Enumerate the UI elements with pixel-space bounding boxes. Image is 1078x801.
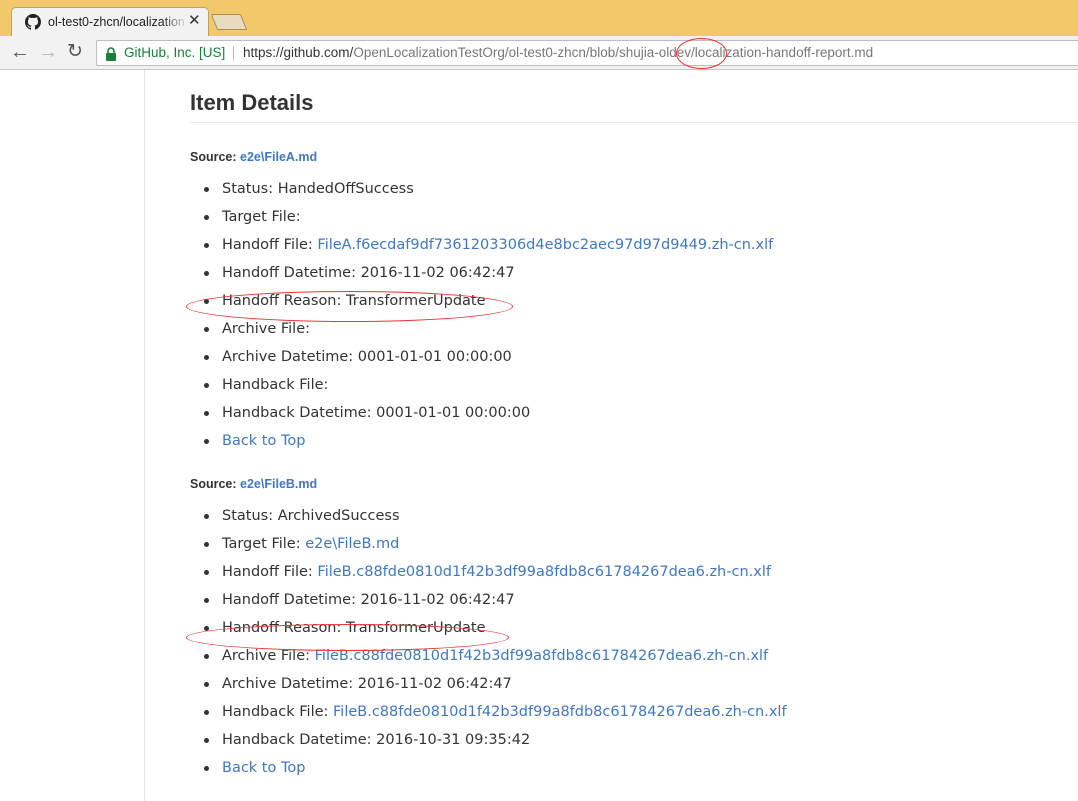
- item-value: 2016-11-02 06:42:47: [360, 592, 515, 608]
- list-item: Handoff Datetime: 2016-11-02 06:42:47: [190, 586, 1078, 614]
- item-label: Target File:: [222, 209, 301, 225]
- github-icon: [25, 14, 41, 30]
- list-item: Handoff File: FileA.f6ecdaf9df7361203306…: [190, 231, 1078, 259]
- item-label: Handoff File:: [222, 237, 313, 253]
- list-item: Handback Datetime: 0001-01-01 00:00:00: [190, 399, 1078, 427]
- item-link[interactable]: e2e\FileB.md: [305, 536, 399, 552]
- item-link[interactable]: FileB.c88fde0810d1f42b3df99a8fdb8c617842…: [315, 648, 769, 664]
- list-item: Archive Datetime: 2016-11-02 06:42:47: [190, 670, 1078, 698]
- source-section: Source: e2e\FileB.md Status: ArchivedSucc…: [190, 475, 1078, 782]
- new-tab-button[interactable]: [210, 14, 248, 30]
- item-label: Handoff Reason:: [222, 293, 342, 309]
- list-item: Handback File: FileB.c88fde0810d1f42b3df…: [190, 698, 1078, 726]
- back-icon[interactable]: ←: [9, 41, 31, 65]
- item-label: Handback Datetime:: [222, 405, 372, 421]
- address-separator: [233, 46, 234, 60]
- list-item: Back to Top: [190, 754, 1078, 782]
- markdown-body: Item Details Source: e2e\FileA.md Status:…: [190, 70, 1078, 782]
- lock-icon: [106, 47, 116, 61]
- item-link[interactable]: FileA.f6ecdaf9df7361203306d4e8bc2aec97d9…: [317, 237, 773, 253]
- page-title: Item Details: [190, 90, 314, 115]
- site-identity[interactable]: GitHub, Inc. [US]: [124, 45, 225, 60]
- item-label: Archive File:: [222, 648, 311, 664]
- item-label: Handback File:: [222, 704, 329, 720]
- tab-title-fade: [162, 12, 188, 32]
- source-section: Source: e2e\FileA.md Status: HandedOffSuc…: [190, 148, 1078, 455]
- item-value: TransformerUpdate: [346, 620, 486, 636]
- item-value: 0001-01-01 00:00:00: [357, 349, 512, 365]
- item-link[interactable]: FileB.c88fde0810d1f42b3df99a8fdb8c617842…: [317, 564, 771, 580]
- list-item: Handoff Reason: TransformerUpdate: [190, 614, 1078, 642]
- heading-divider: [190, 122, 1078, 123]
- source-line: Source: e2e\FileB.md: [190, 475, 1078, 493]
- item-label: Status:: [222, 181, 274, 197]
- source-line: Source: e2e\FileA.md: [190, 148, 1078, 166]
- url-path: OpenLocalizationTestOrg/ol-test0-zhcn/bl…: [353, 45, 874, 60]
- item-label: Handoff Datetime:: [222, 265, 356, 281]
- item-value: TransformerUpdate: [346, 293, 486, 309]
- item-label: Archive File:: [222, 321, 311, 337]
- item-label: Handback File:: [222, 377, 329, 393]
- list-item: Status: HandedOffSuccess: [190, 175, 1078, 203]
- item-label: Handback Datetime:: [222, 732, 372, 748]
- item-value: ArchivedSuccess: [277, 508, 400, 524]
- source-label: Source:: [190, 477, 237, 491]
- item-value: HandedOffSuccess: [277, 181, 414, 197]
- list-item: Target File:: [190, 203, 1078, 231]
- item-label: Handoff File:: [222, 564, 313, 580]
- back-to-top-link[interactable]: Back to Top: [222, 433, 305, 449]
- forward-icon[interactable]: →: [37, 41, 59, 65]
- reload-icon[interactable]: ↻: [64, 41, 86, 65]
- item-label: Status:: [222, 508, 274, 524]
- url-host: https://github.com/: [243, 45, 354, 60]
- sections: Source: e2e\FileA.md Status: HandedOffSuc…: [190, 148, 1078, 782]
- source-link[interactable]: e2e\FileA.md: [240, 150, 317, 164]
- item-label: Target File:: [222, 536, 301, 552]
- list-item: Handback Datetime: 2016-10-31 09:35:42: [190, 726, 1078, 754]
- item-label: Archive Datetime:: [222, 349, 354, 365]
- source-link[interactable]: e2e\FileB.md: [240, 477, 317, 491]
- item-value: 2016-11-02 06:42:47: [360, 265, 515, 281]
- list-item: Target File: e2e\FileB.md: [190, 530, 1078, 558]
- item-label: Handoff Datetime:: [222, 592, 356, 608]
- address-bar[interactable]: GitHub, Inc. [US] https://github.com/Ope…: [96, 40, 1078, 66]
- back-to-top-link[interactable]: Back to Top: [222, 760, 305, 776]
- url-text[interactable]: https://github.com/OpenLocalizationTestO…: [243, 45, 873, 60]
- item-label: Handoff Reason:: [222, 620, 342, 636]
- list-item: Handoff Reason: TransformerUpdate: [190, 287, 1078, 315]
- item-value: 0001-01-01 00:00:00: [376, 405, 531, 421]
- close-icon[interactable]: ✕: [188, 12, 201, 30]
- browser-tab[interactable]: ol-test0-zhcn/localization ✕: [11, 7, 209, 37]
- list-item: Archive File:: [190, 315, 1078, 343]
- tab-strip: ol-test0-zhcn/localization ✕: [0, 0, 1078, 37]
- list-item: Archive File: FileB.c88fde0810d1f42b3df9…: [190, 642, 1078, 670]
- list-item: Status: ArchivedSuccess: [190, 502, 1078, 530]
- item-value: 2016-10-31 09:35:42: [376, 732, 531, 748]
- sidebar-border: [144, 70, 145, 801]
- source-label: Source:: [190, 150, 237, 164]
- item-label: Archive Datetime:: [222, 676, 354, 692]
- details-list: Status: ArchivedSuccess Target File: e2e\…: [190, 502, 1078, 782]
- browser-toolbar: ← → ↻ GitHub, Inc. [US] https://github.c…: [0, 36, 1078, 70]
- list-item: Handoff Datetime: 2016-11-02 06:42:47: [190, 259, 1078, 287]
- details-list: Status: HandedOffSuccess Target File: Hand…: [190, 175, 1078, 455]
- item-link[interactable]: FileB.c88fde0810d1f42b3df99a8fdb8c617842…: [333, 704, 787, 720]
- list-item: Handback File:: [190, 371, 1078, 399]
- item-value: 2016-11-02 06:42:47: [357, 676, 512, 692]
- list-item: Archive Datetime: 0001-01-01 00:00:00: [190, 343, 1078, 371]
- list-item: Back to Top: [190, 427, 1078, 455]
- list-item: Handoff File: FileB.c88fde0810d1f42b3df9…: [190, 558, 1078, 586]
